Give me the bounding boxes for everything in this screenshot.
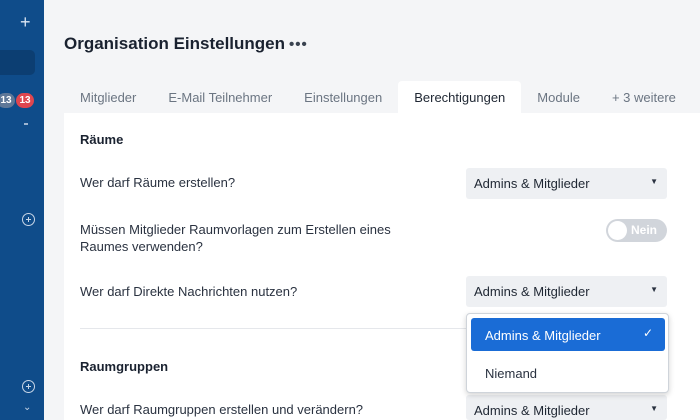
create-rooms-value: Admins & Mitglieder (474, 176, 590, 191)
room-groups-label: Wer darf Raumgruppen erstellen und verän… (80, 402, 364, 417)
add-circle-icon[interactable] (22, 380, 35, 393)
option-label: Niemand (485, 366, 538, 381)
option-label: Admins & Mitglieder (485, 328, 601, 343)
tab-more[interactable]: + 3 weitere (596, 81, 692, 113)
page-title: Organisation Einstellungen (64, 34, 286, 53)
dropdown-option-admins-members[interactable]: Admins & Mitglieder ✓ (471, 318, 665, 351)
sidebar-search-field[interactable] (0, 50, 35, 75)
room-groups-select[interactable]: Admins & Mitglieder ▼ (466, 395, 667, 420)
templates-toggle[interactable]: Nein (606, 219, 667, 242)
tab-module[interactable]: Module (521, 81, 596, 113)
create-rooms-label: Wer darf Räume erstellen? (80, 175, 236, 190)
section-title-room-groups: Raumgruppen (80, 359, 169, 374)
dropdown-option-nobody[interactable]: Niemand (471, 356, 665, 389)
mention-badge: 13 (16, 93, 34, 108)
add-circle-icon[interactable] (22, 213, 35, 226)
more-options-icon[interactable]: ••• (289, 36, 308, 53)
check-icon: ✓ (642, 326, 653, 340)
toggle-label: Nein (631, 223, 658, 237)
collapse-icon[interactable] (24, 123, 28, 125)
caret-down-icon: ▼ (650, 177, 658, 186)
direct-messages-value: Admins & Mitglieder (474, 284, 590, 299)
direct-messages-select[interactable]: Admins & Mitglieder ▼ (466, 276, 667, 307)
plus-icon[interactable]: + (20, 13, 31, 31)
direct-messages-label: Wer darf Direkte Nachrichten nutzen? (80, 284, 298, 299)
section-title-rooms: Räume (80, 132, 124, 147)
caret-down-icon: ▼ (650, 404, 658, 413)
unread-badge: 13 (0, 93, 15, 108)
templates-label: Müssen Mitglieder Raumvorlagen zum Erste… (80, 222, 391, 254)
chevron-down-icon[interactable]: ⌄ (23, 402, 31, 413)
direct-messages-dropdown-menu: Admins & Mitglieder ✓ Niemand (466, 313, 669, 393)
tab-mitglieder[interactable]: Mitglieder (64, 81, 152, 113)
caret-down-icon: ▼ (650, 285, 658, 294)
tab-email-teilnehmer[interactable]: E-Mail Teilnehmer (152, 81, 288, 113)
left-sidebar: + 13 13 ⌄ (0, 0, 44, 420)
room-groups-value: Admins & Mitglieder (474, 403, 590, 418)
toggle-knob (608, 221, 627, 240)
tab-bar: Mitglieder E-Mail Teilnehmer Einstellung… (64, 81, 692, 113)
tab-einstellungen[interactable]: Einstellungen (288, 81, 398, 113)
tab-berechtigungen[interactable]: Berechtigungen (398, 81, 522, 113)
create-rooms-select[interactable]: Admins & Mitglieder ▼ (466, 168, 667, 199)
